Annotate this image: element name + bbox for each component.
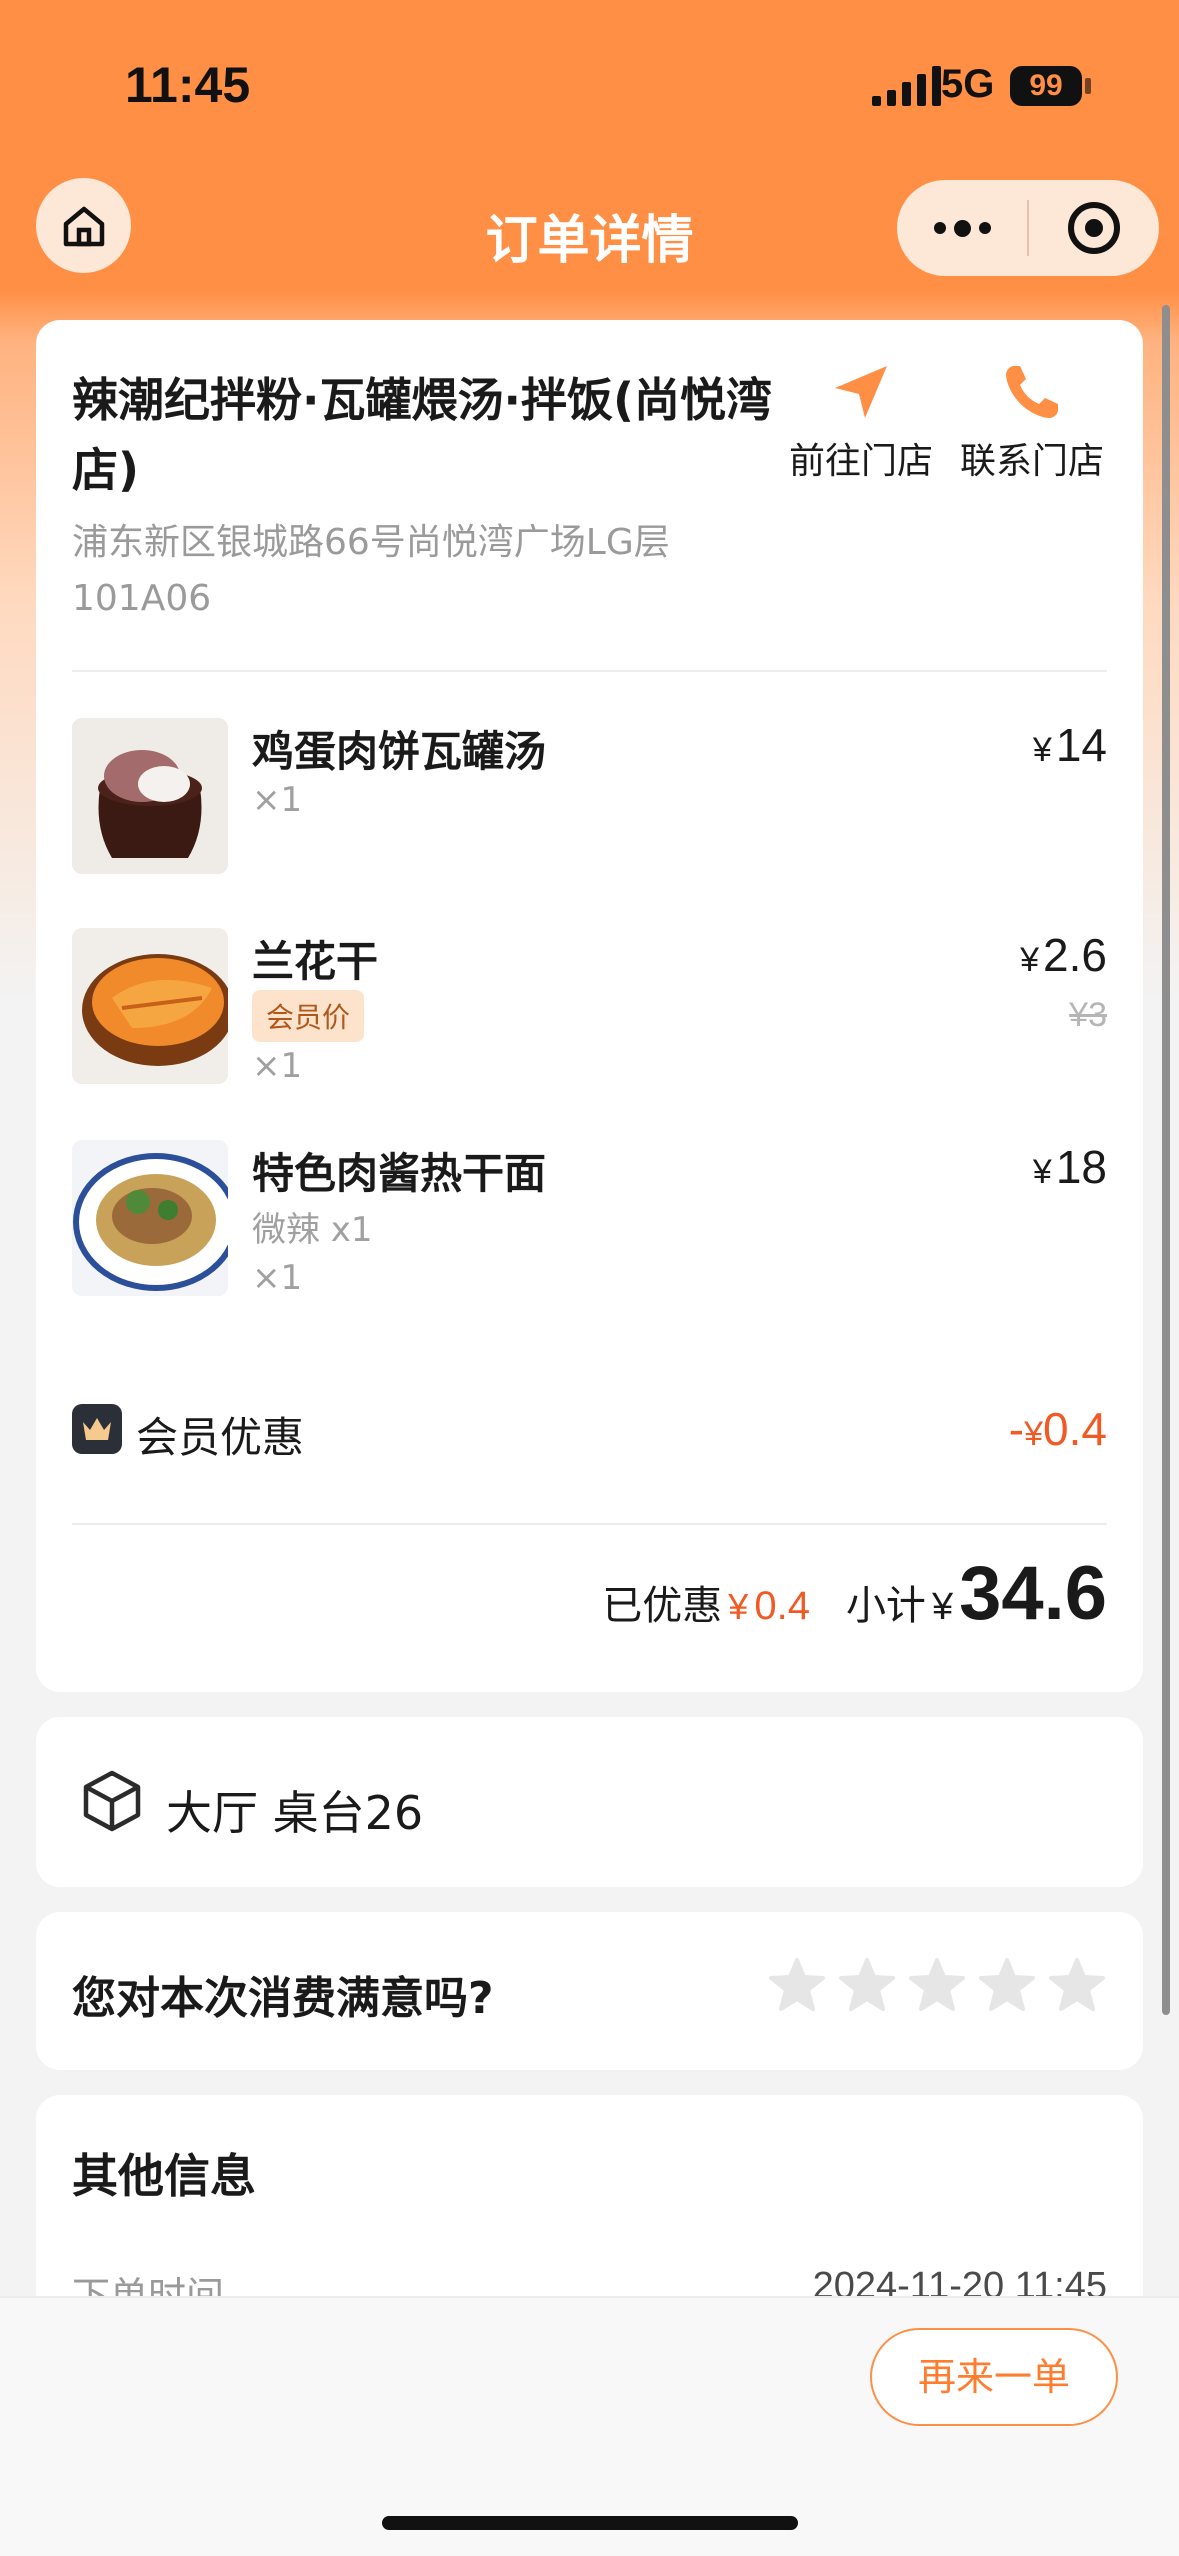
scrollbar[interactable] (1162, 305, 1170, 2015)
star-icon[interactable] (1047, 1956, 1107, 2016)
order-totals: 已优惠 ¥0.4 小计 ¥ 34.6 (602, 1550, 1107, 1637)
item-price: ¥18 (1032, 1141, 1107, 1193)
item-price: ¥2.6 (1020, 929, 1107, 981)
navigate-to-store-button[interactable]: 前往门店 (781, 360, 941, 484)
call-label: 联系门店 (959, 441, 1104, 482)
status-bar: 11:45 5G 99 (0, 0, 1179, 170)
star-icon[interactable] (767, 1956, 827, 2016)
subtotal-label: 小计 (845, 1583, 926, 1629)
more-button[interactable] (897, 180, 1027, 276)
star-icon[interactable] (837, 1956, 897, 2016)
mini-program-capsule (897, 180, 1159, 276)
nav-bar: 订单详情 (0, 170, 1179, 290)
phone-icon (1006, 366, 1058, 418)
more-dots-icon (933, 219, 991, 237)
subtotal-currency: ¥ (931, 1586, 954, 1628)
reorder-button[interactable]: 再来一单 (870, 2328, 1118, 2426)
home-indicator[interactable] (382, 2516, 798, 2530)
item-qty: ×1 (252, 1046, 303, 1086)
divider (72, 1523, 1107, 1525)
member-discount-value: -¥0.4 (1008, 1403, 1107, 1455)
order-item: 鸡蛋肉饼瓦罐汤 ×1 ¥14 (72, 718, 1107, 878)
star-icon[interactable] (907, 1956, 967, 2016)
item-qty: ×1 (252, 780, 303, 820)
close-mini-program-button[interactable] (1029, 180, 1159, 276)
item-name: 特色肉酱热干面 (252, 1149, 547, 1198)
order-card: 辣潮纪拌粉·瓦罐煨汤·拌饭(尚悦湾店) 浦东新区银城路66号尚悦湾广场LG层10… (36, 320, 1143, 1692)
target-icon (1068, 202, 1120, 254)
item-original-price: ¥3 (1069, 996, 1107, 1034)
saved-amount: ¥0.4 (728, 1584, 810, 1628)
star-icon[interactable] (977, 1956, 1037, 2016)
item-name: 兰花干 (252, 937, 379, 986)
item-name: 鸡蛋肉饼瓦罐汤 (252, 727, 547, 776)
store-name: 辣潮纪拌粉·瓦罐煨汤·拌饭(尚悦湾店) (72, 373, 772, 497)
divider (72, 670, 1107, 672)
member-discount-row: 会员优惠 -¥0.4 (72, 1400, 1107, 1462)
item-image (72, 928, 228, 1084)
item-price: ¥14 (1032, 719, 1107, 771)
crown-icon (72, 1404, 122, 1454)
item-spec: 微辣 x1 (252, 1210, 373, 1250)
item-image (72, 718, 228, 874)
network-type: 5G (941, 62, 995, 106)
rating-question: 您对本次消费满意吗? (72, 1973, 494, 2024)
order-item: 特色肉酱热干面 微辣 x1 ×1 ¥18 (72, 1140, 1107, 1300)
box-icon (83, 1770, 141, 1832)
status-time: 11:45 (125, 57, 251, 113)
item-qty: ×1 (252, 1258, 303, 1298)
other-info-title: 其他信息 (72, 2149, 256, 2203)
member-price-badge: 会员价 (252, 990, 365, 1042)
member-discount-label: 会员优惠 (136, 1413, 305, 1462)
star-rating[interactable] (767, 1956, 1107, 2016)
navigate-arrow-icon (835, 366, 887, 418)
saved-label: 已优惠 (602, 1583, 723, 1629)
table-card: 大厅 桌台26 (36, 1717, 1143, 1887)
table-label: 大厅 桌台26 (166, 1786, 424, 1840)
signal-icon (872, 66, 941, 106)
rating-card: 您对本次消费满意吗? (36, 1912, 1143, 2070)
battery-icon: 99 (1010, 66, 1082, 106)
battery-tip (1085, 78, 1091, 94)
navigate-label: 前往门店 (788, 441, 933, 482)
store-address: 浦东新区银城路66号尚悦湾广场LG层101A06 (72, 522, 670, 619)
subtotal-amount: 34.6 (959, 1551, 1107, 1636)
order-item: 兰花干 会员价 ×1 ¥2.6 ¥3 (72, 928, 1107, 1088)
call-store-button[interactable]: 联系门店 (952, 360, 1112, 484)
item-image (72, 1140, 228, 1296)
